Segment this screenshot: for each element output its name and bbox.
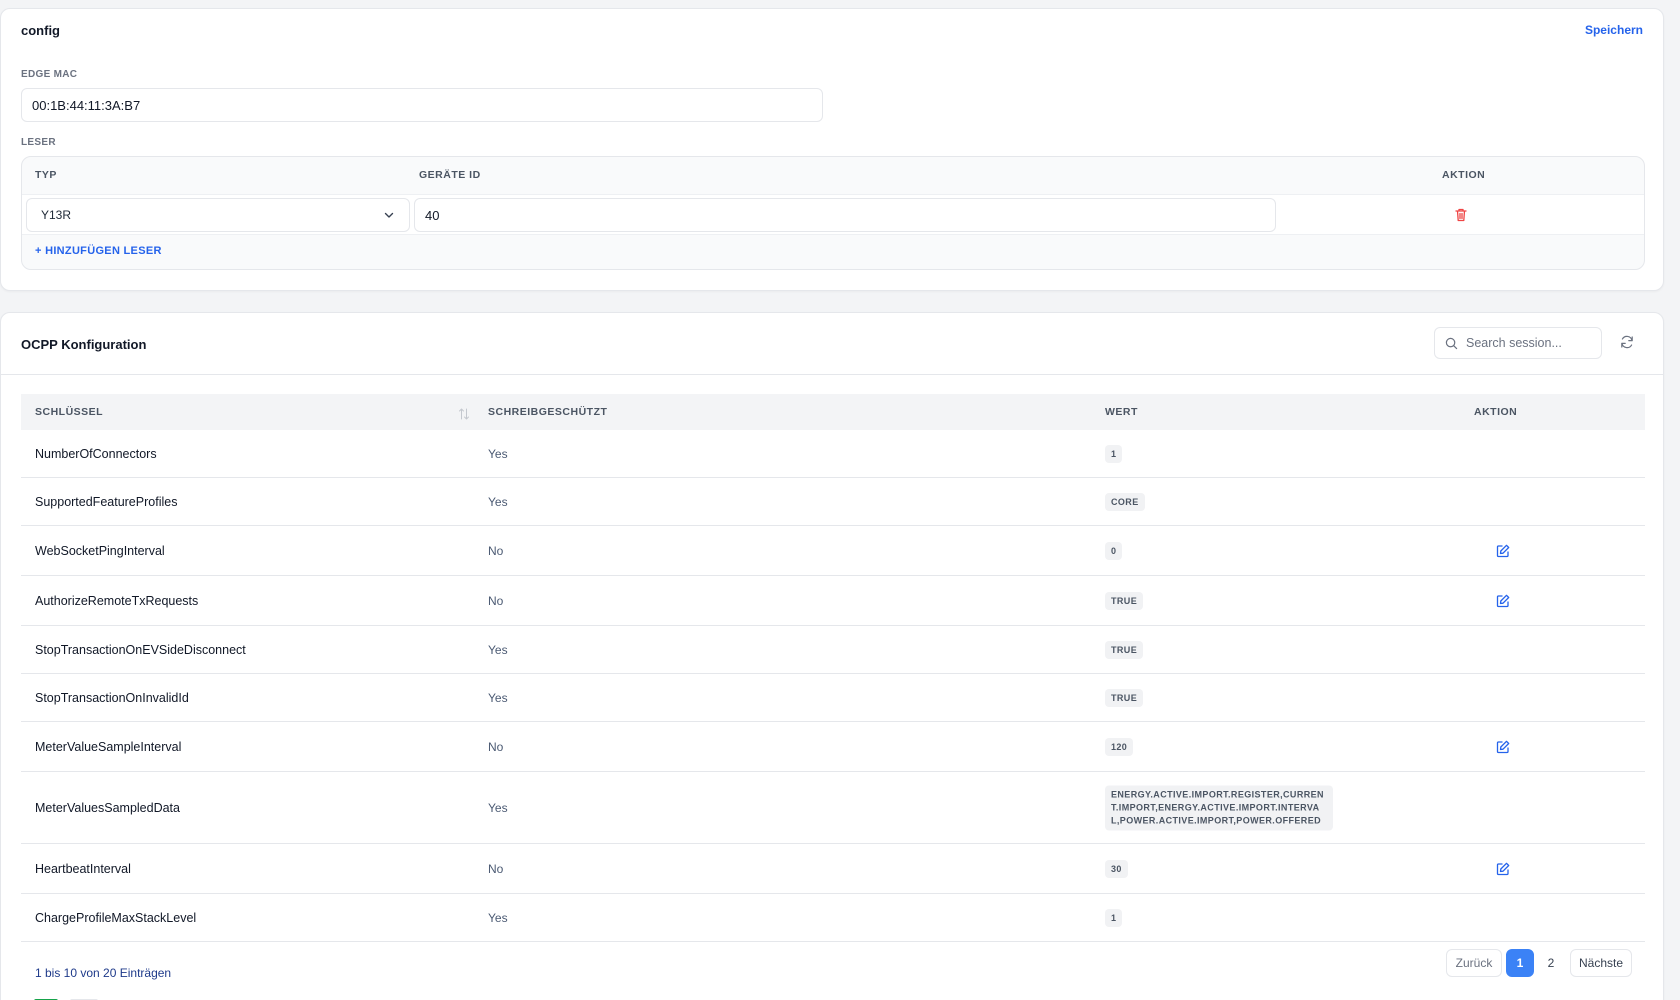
value-badge: TRUE [1105, 591, 1144, 610]
leser-label: LESER [21, 137, 56, 148]
column-header-value: WERT [1105, 406, 1138, 418]
column-header-readonly: SCHREIBGESCHÜTZT [488, 406, 608, 418]
divider [1, 374, 1663, 375]
table-row: NumberOfConnectors Yes 1 [21, 430, 1645, 478]
readonly-value: Yes [488, 642, 508, 657]
edit-icon[interactable] [1495, 593, 1511, 609]
config-key: ChargeProfileMaxStackLevel [35, 910, 197, 925]
value-badge: 1 [1105, 444, 1123, 463]
value-badge: TRUE [1105, 640, 1144, 659]
next-page-button[interactable]: Nächste [1570, 949, 1632, 977]
table-row: StopTransactionOnEVSideDisconnect Yes TRUE [21, 626, 1645, 674]
column-header-action: AKTION [1442, 169, 1486, 181]
device-id-field[interactable] [414, 198, 1276, 232]
value-cell: TRUE [1105, 591, 1144, 610]
value-badge: TRUE [1105, 688, 1144, 707]
column-header-action: AKTION [1474, 406, 1518, 418]
previous-page-button[interactable]: Zurück [1446, 949, 1502, 977]
value-badge: 30 [1105, 859, 1128, 878]
readonly-value: Yes [488, 690, 508, 705]
edge-mac-label: EDGE MAC [21, 69, 78, 80]
table-row: StopTransactionOnInvalidId Yes TRUE [21, 674, 1645, 722]
readonly-value: No [488, 543, 504, 558]
edge-mac-field[interactable] [21, 88, 823, 122]
table-row: MeterValuesSampledData Yes ENERGY.ACTIVE.I… [21, 772, 1645, 844]
reader-row: Y13R [22, 194, 1644, 235]
reader-type-value: Y13R [41, 208, 72, 222]
config-key: MeterValuesSampledData [35, 800, 180, 815]
refresh-icon[interactable] [1619, 334, 1635, 350]
config-key: AuthorizeRemoteTxRequests [35, 593, 199, 608]
page-2-button[interactable]: 2 [1538, 949, 1564, 977]
table-body: NumberOfConnectors Yes 1 SupportedFeaturePr… [21, 430, 1645, 942]
config-card: config Speichern EDGE MAC LESER TYP GERÄ… [0, 8, 1664, 291]
edit-icon[interactable] [1495, 543, 1511, 559]
table-row: AuthorizeRemoteTxRequests No TRUE [21, 576, 1645, 626]
edit-icon[interactable] [1495, 739, 1511, 755]
column-header-typ: TYP [35, 169, 57, 181]
chevron-down-icon [384, 212, 394, 218]
trash-icon[interactable] [1453, 207, 1469, 223]
search-box [1434, 327, 1602, 359]
value-badge: CORE [1105, 492, 1145, 511]
value-cell: ENERGY.ACTIVE.IMPORT.REGISTER,CURRENT.IM… [1105, 785, 1333, 830]
value-cell: TRUE [1105, 688, 1144, 707]
value-cell: 0 [1105, 541, 1123, 560]
table-row: WebSocketPingInterval No 0 [21, 526, 1645, 576]
search-input[interactable] [1466, 336, 1596, 350]
readonly-value: No [488, 739, 504, 754]
readonly-value: No [488, 861, 504, 876]
value-cell: 1 [1105, 444, 1123, 463]
value-cell: 30 [1105, 859, 1128, 878]
search-icon [1445, 337, 1458, 349]
value-cell: TRUE [1105, 640, 1144, 659]
reader-type-select[interactable]: Y13R [26, 198, 410, 232]
value-badge: 0 [1105, 541, 1123, 560]
readonly-value: Yes [488, 910, 508, 925]
value-cell: CORE [1105, 492, 1145, 511]
sort-icon[interactable] [458, 407, 470, 421]
config-key: NumberOfConnectors [35, 446, 157, 461]
table-row: ChargeProfileMaxStackLevel Yes 1 [21, 894, 1645, 942]
config-key: WebSocketPingInterval [35, 543, 165, 558]
config-key: HeartbeatInterval [35, 861, 131, 876]
value-badge: ENERGY.ACTIVE.IMPORT.REGISTER,CURRENT.IM… [1105, 785, 1333, 830]
save-button[interactable]: Speichern [1585, 23, 1643, 37]
column-header-device-id: GERÄTE ID [419, 169, 481, 181]
table-row: MeterValueSampleInterval No 120 [21, 722, 1645, 772]
value-badge: 120 [1105, 737, 1134, 756]
ocpp-card: OCPP Konfiguration SCHLÜSSEL SCHREIBGESC… [0, 312, 1664, 1000]
table-row: HeartbeatInterval No 30 [21, 844, 1645, 894]
config-key: StopTransactionOnInvalidId [35, 690, 189, 705]
reader-table: TYP GERÄTE ID AKTION Y13R + HINZUFÜGEN L… [21, 156, 1645, 270]
pagination-info: 1 bis 10 von 20 Einträgen [35, 966, 172, 980]
value-cell: 1 [1105, 908, 1123, 927]
readonly-value: No [488, 593, 504, 608]
value-badge: 1 [1105, 908, 1123, 927]
ocpp-title: OCPP Konfiguration [21, 337, 147, 352]
config-key: StopTransactionOnEVSideDisconnect [35, 642, 246, 657]
readonly-value: Yes [488, 446, 508, 461]
column-header-key: SCHLÜSSEL [35, 406, 104, 418]
table-header: SCHLÜSSEL SCHREIBGESCHÜTZT WERT AKTION [21, 394, 1645, 430]
config-key: MeterValueSampleInterval [35, 739, 182, 754]
readonly-value: Yes [488, 494, 508, 509]
readonly-value: Yes [488, 800, 508, 815]
config-key: SupportedFeatureProfiles [35, 494, 178, 509]
page-1-button[interactable]: 1 [1506, 949, 1534, 977]
config-title: config [21, 23, 60, 38]
add-reader-button[interactable]: + HINZUFÜGEN LESER [35, 245, 162, 257]
ocpp-table: SCHLÜSSEL SCHREIBGESCHÜTZT WERT AKTION N… [21, 394, 1645, 942]
edit-icon[interactable] [1495, 861, 1511, 877]
value-cell: 120 [1105, 737, 1134, 756]
table-row: SupportedFeatureProfiles Yes CORE [21, 478, 1645, 526]
